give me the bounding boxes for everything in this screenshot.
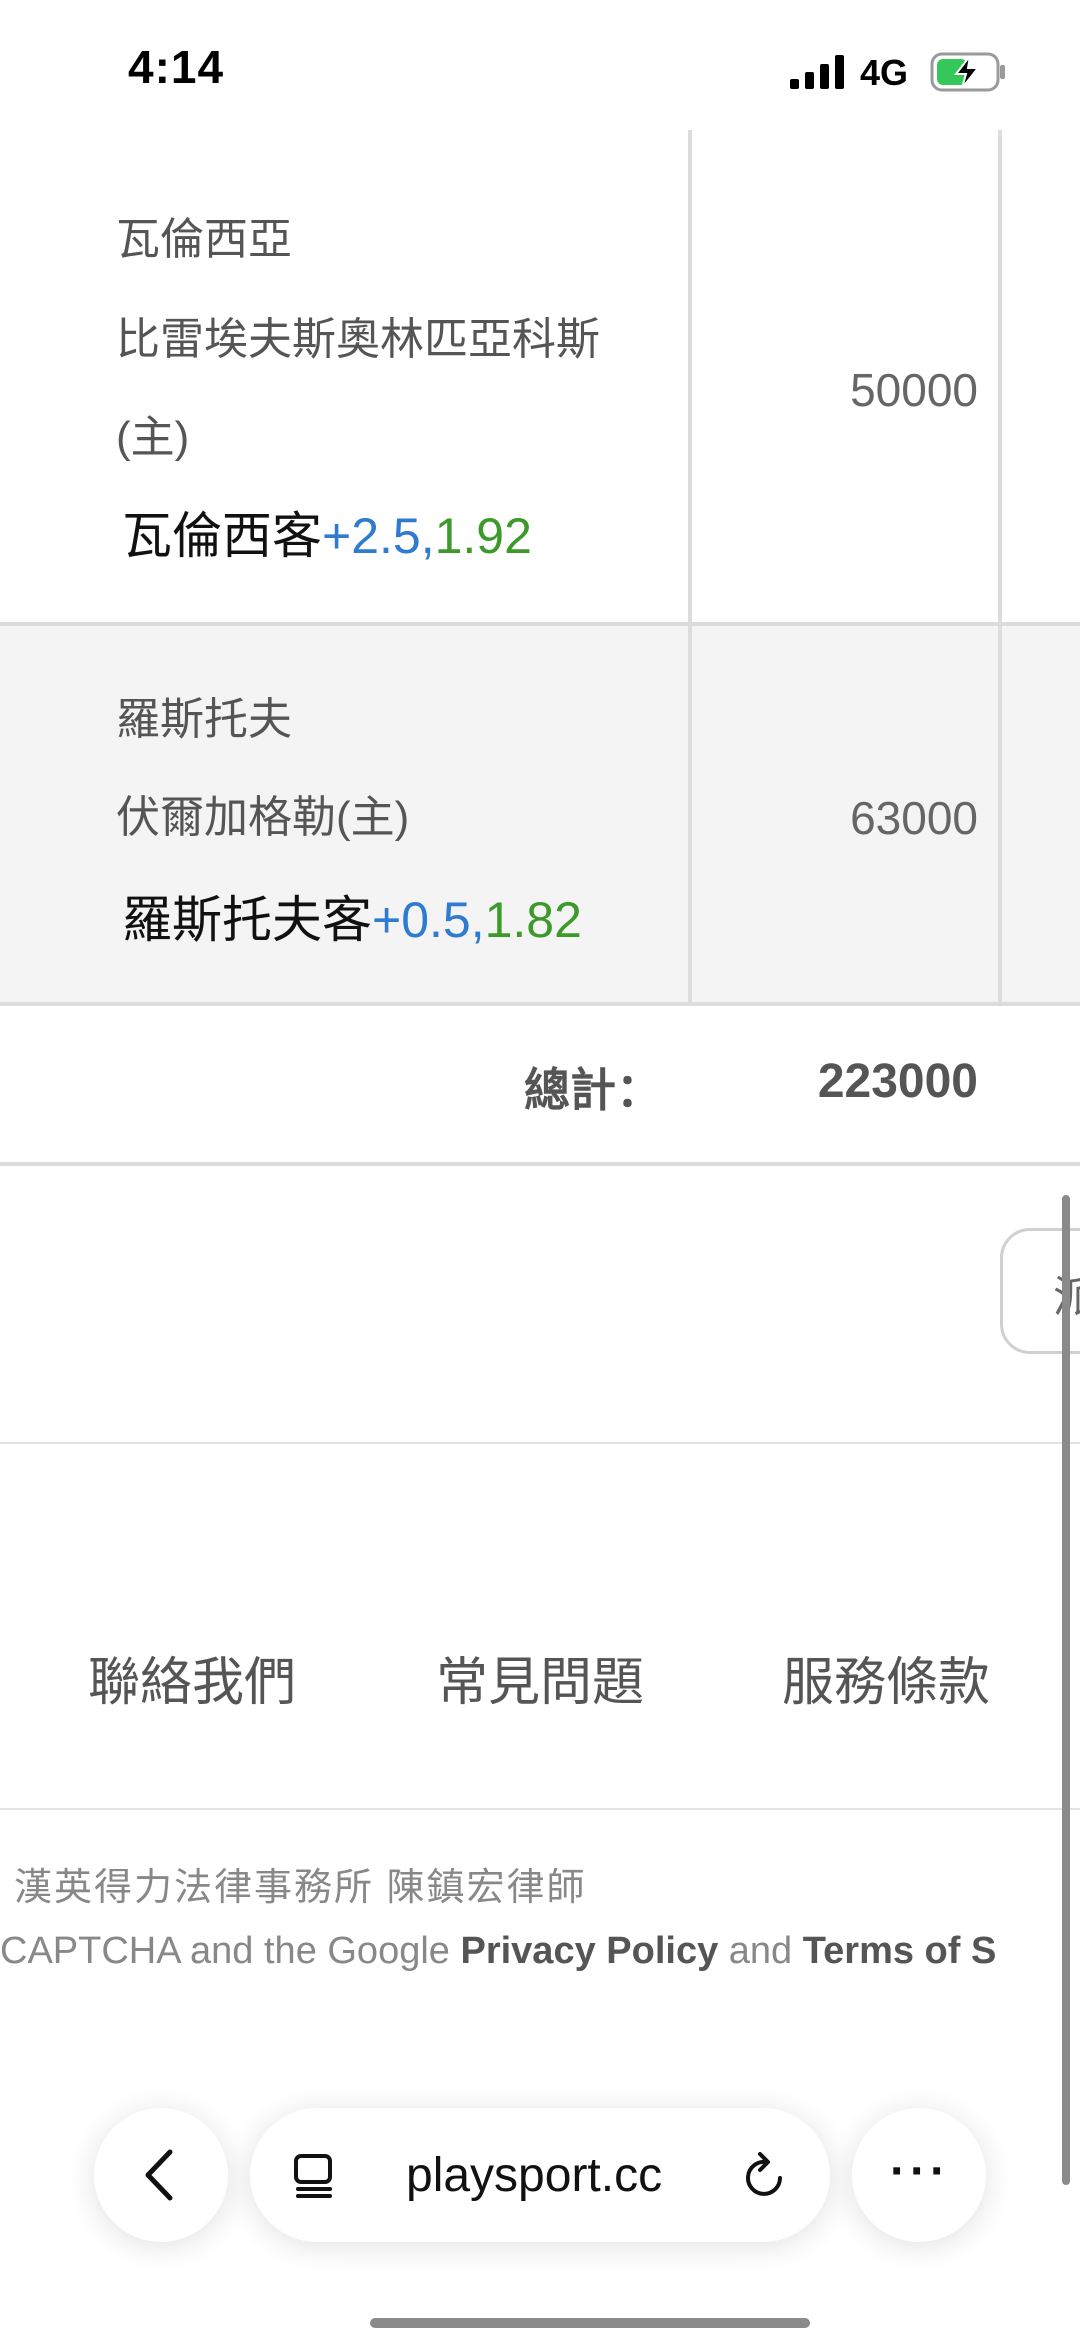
tabs-icon [294, 2154, 332, 2198]
column-divider [688, 626, 692, 1002]
chevron-left-icon [145, 2149, 173, 2201]
pick-odds: 1.82 [484, 892, 582, 948]
column-divider [688, 130, 692, 622]
back-button[interactable] [94, 2108, 228, 2242]
address-bar[interactable]: playsport.cc [250, 2108, 830, 2242]
status-bar: 4:14 4G [0, 0, 1080, 130]
network-type: 4G [860, 52, 909, 93]
footer-divider [0, 1808, 1080, 1810]
total-row: 總計： 223000 [0, 1006, 1080, 1166]
column-divider [998, 130, 1002, 622]
total-label: 總計： [524, 1064, 662, 1116]
more-icon: ··· [890, 2145, 950, 2198]
battery-charging-icon [930, 52, 1005, 92]
status-time: 4:14 [128, 41, 225, 93]
recaptcha-notice: CAPTCHA and the Google Privacy Policy an… [0, 1930, 996, 1973]
footer-link-faq[interactable]: 常見問題 [436, 1640, 644, 1715]
more-options-button[interactable]: ··· [852, 2108, 986, 2242]
cellular-signal-icon [790, 55, 844, 89]
home-suffix: (主) [116, 413, 190, 462]
url-text[interactable]: playsport.cc [406, 2148, 662, 2203]
pick-line: 羅斯托夫客+0.5,1.82 [122, 890, 582, 950]
away-team: 羅斯托夫 [116, 695, 292, 744]
bet-amount: 50000 [850, 364, 978, 416]
table-row: 羅斯托夫 伏爾加格勒(主) 羅斯托夫客+0.5,1.82 63000 [0, 626, 1080, 1006]
column-divider [998, 626, 1002, 1002]
privacy-policy-link[interactable]: Privacy Policy [460, 1930, 718, 1972]
pick-team: 羅斯托夫客 [122, 892, 372, 948]
home-team: 比雷埃夫斯奧林匹亞科斯 [116, 315, 600, 364]
bet-amount: 63000 [850, 792, 978, 844]
home-team: 伏爾加格勒(主) [116, 793, 410, 842]
reload-icon[interactable] [740, 2150, 790, 2202]
away-team: 瓦倫西亞 [116, 215, 292, 264]
recaptcha-and: and [718, 1930, 803, 1972]
law-firm-text: 漢英得力法律事務所 陳鎮宏律師 [14, 1867, 587, 1909]
section-divider [0, 1442, 1080, 1444]
scrollbar[interactable] [1062, 1195, 1070, 2185]
pick-odds: 1.92 [434, 508, 532, 564]
table-row: 瓦倫西亞 比雷埃夫斯奧林匹亞科斯 (主) 瓦倫西客+2.5,1.92 50000 [0, 130, 1080, 626]
recaptcha-prefix: CAPTCHA and the Google [0, 1930, 461, 1972]
home-indicator[interactable] [370, 2318, 810, 2328]
footer-link-terms[interactable]: 服務條款 [782, 1640, 990, 1715]
pick-handicap: +2.5, [322, 508, 435, 564]
terms-of-service-link[interactable]: Terms of S [803, 1930, 997, 1972]
pick-team: 瓦倫西客 [122, 508, 322, 564]
footer-link-contact[interactable]: 聯絡我們 [88, 1640, 296, 1715]
pick-line: 瓦倫西客+2.5,1.92 [122, 506, 532, 566]
total-value: 223000 [817, 1055, 978, 1108]
pick-handicap: +0.5, [372, 892, 485, 948]
